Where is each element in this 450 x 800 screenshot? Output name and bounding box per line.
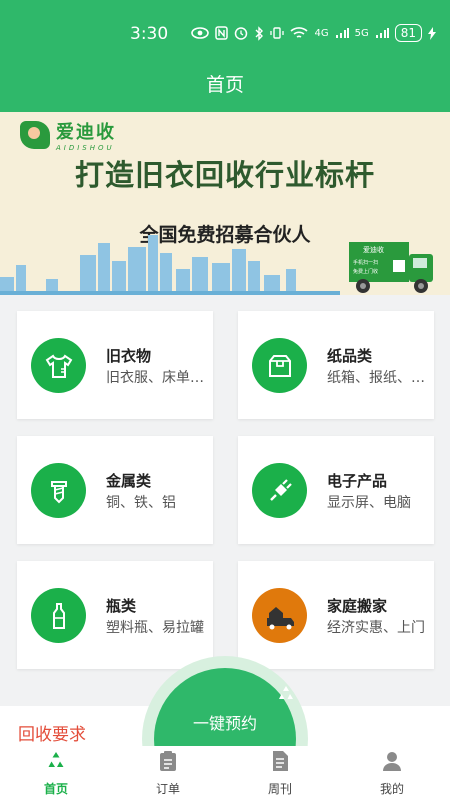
user-icon (383, 752, 401, 771)
status-icons: 4G 5G 81 (191, 24, 436, 42)
category-subtitle: 经济实惠、上门 (327, 620, 425, 636)
document-icon (273, 751, 288, 771)
delivery-truck-graphic: 爱迪收 手机扫一扫 免费上门收 (349, 242, 433, 293)
clothes-icon (31, 338, 86, 393)
category-card-moving[interactable]: 家庭搬家 经济实惠、上门 (238, 561, 434, 669)
city-skyline-graphic (0, 235, 340, 295)
bottom-tab-bar: 首页 订单 周刊 我的 (0, 746, 450, 800)
category-title: 电子产品 (327, 472, 388, 490)
tab-profile[interactable]: 我的 (336, 746, 448, 800)
category-title: 家庭搬家 (327, 597, 388, 615)
truck-line1-text: 手机扫一扫 (353, 259, 378, 266)
screw-icon (31, 463, 86, 518)
vibrate-icon (270, 27, 285, 39)
tab-label: 我的 (379, 782, 404, 796)
category-card-clothes[interactable]: 旧衣物 旧衣服、床单、被套 (17, 311, 213, 419)
category-card-bottles[interactable]: 瓶类 塑料瓶、易拉罐 (17, 561, 213, 669)
network-5g-label: 5G (354, 27, 369, 39)
category-subtitle: 旧衣服、床单、被套 (106, 370, 208, 386)
logo-subtext: AIDISHOU (56, 144, 115, 152)
recycle-icon (279, 686, 293, 699)
category-subtitle: 塑料瓶、易拉罐 (106, 620, 204, 636)
nfc-icon (215, 26, 229, 40)
tab-label: 首页 (43, 782, 68, 796)
category-title: 金属类 (106, 472, 152, 490)
signal-icon (335, 28, 349, 38)
moving-truck-icon (252, 588, 307, 643)
wifi-icon (290, 27, 309, 38)
category-subtitle: 显示屏、电脑 (327, 495, 411, 511)
truck-line2-text: 免费上门收 (353, 268, 378, 275)
paper-box-icon (252, 338, 307, 393)
category-card-paper[interactable]: 纸品类 纸箱、报纸、书本 (238, 311, 434, 419)
eye-icon (191, 27, 210, 39)
plug-icon (252, 463, 307, 518)
truck-brand-text: 爱迪收 (363, 245, 384, 254)
tab-weekly[interactable]: 周刊 (224, 746, 336, 800)
status-bar: 3:30 4G 5G 81 (0, 0, 450, 64)
brand-logo: 爱迪收 AIDISHOU (20, 118, 116, 152)
bluetooth-icon (255, 25, 264, 41)
logo-text: 爱迪收 (56, 122, 116, 143)
recycle-requirements-label: 回收要求 (18, 725, 86, 745)
page-title: 首页 (0, 64, 450, 112)
tab-orders[interactable]: 订单 (112, 746, 224, 800)
category-title: 旧衣物 (106, 347, 152, 365)
recycle-icon (48, 752, 64, 767)
banner-slogan: 打造旧衣回收行业标杆 (74, 158, 375, 192)
category-card-metal[interactable]: 金属类 铜、铁、铝 (17, 436, 213, 544)
bottle-icon (31, 588, 86, 643)
category-subtitle: 纸箱、报纸、书本 (327, 370, 429, 386)
signal-icon (375, 28, 389, 38)
tab-label: 周刊 (267, 782, 292, 796)
book-button-label: 一键预约 (192, 714, 257, 733)
alarm-icon (235, 27, 248, 40)
category-title: 瓶类 (106, 597, 137, 615)
clipboard-icon (160, 751, 176, 771)
battery-level: 81 (394, 24, 422, 42)
promo-banner[interactable]: 爱迪收 AIDISHOU 打造旧衣回收行业标杆 全国免费招募合伙人 爱迪收 手机… (0, 112, 450, 295)
category-subtitle: 铜、铁、铝 (106, 495, 176, 511)
tab-home[interactable]: 首页 (0, 746, 112, 800)
charging-icon (428, 26, 436, 40)
category-title: 纸品类 (327, 347, 373, 365)
clock: 3:30 (130, 24, 169, 44)
tab-label: 订单 (155, 782, 180, 796)
logo-mascot-icon (20, 121, 50, 149)
network-4g-label: 4G (314, 27, 329, 39)
category-card-electronics[interactable]: 电子产品 显示屏、电脑 (238, 436, 434, 544)
